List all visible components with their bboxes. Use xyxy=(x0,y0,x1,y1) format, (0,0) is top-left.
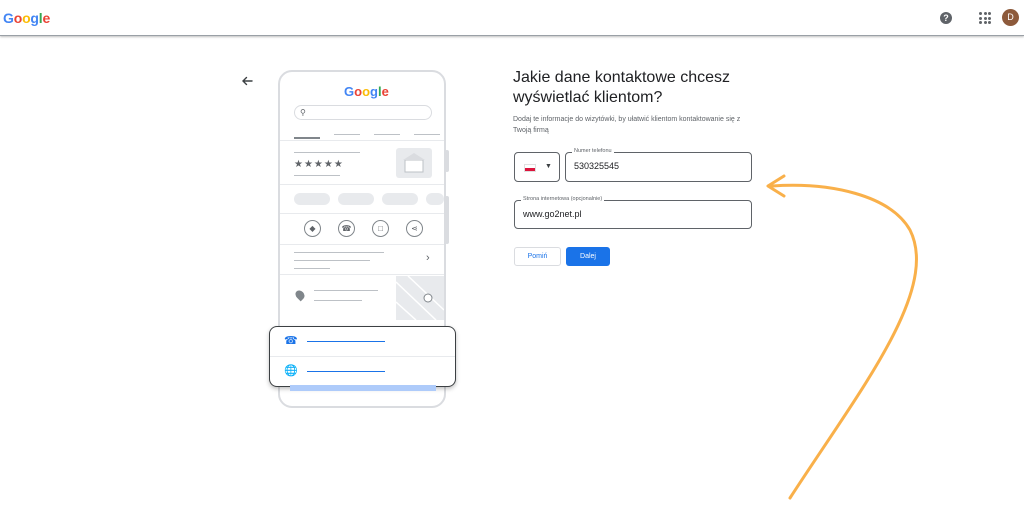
next-button[interactable]: Dalej xyxy=(566,247,610,266)
phone-icon: ☎ xyxy=(338,220,355,237)
logo-letter: g xyxy=(30,10,39,26)
page-subtitle: Dodaj te informacje do wizytówki, by uła… xyxy=(513,116,741,134)
phone-separator xyxy=(280,213,444,214)
website-placeholder-line xyxy=(307,371,385,372)
logo-letter: G xyxy=(3,10,14,26)
phone-text-line xyxy=(314,290,378,291)
phone-separator xyxy=(280,184,444,185)
annotation-arrow-icon xyxy=(766,174,918,500)
logo-letter: e xyxy=(42,10,51,26)
globe-icon: 🌐 xyxy=(284,365,298,377)
location-pin-icon xyxy=(293,288,307,302)
rating-stars: ★★★★★ xyxy=(294,159,344,170)
map-thumbnail xyxy=(395,275,445,321)
store-icon xyxy=(403,153,425,173)
phone-tab-line xyxy=(334,134,360,135)
website-value[interactable]: www.go2net.pl xyxy=(523,209,582,219)
directions-icon: ◆ xyxy=(304,220,321,237)
top-bar: Google ? D xyxy=(0,0,1024,36)
chevron-right-icon: › xyxy=(426,252,430,264)
phone-google-logo: Google xyxy=(344,84,389,99)
google-logo[interactable]: Google xyxy=(3,10,50,26)
page-title: Jakie dane kontaktowe chcesz wyświetlać … xyxy=(513,69,731,106)
phone-text-line xyxy=(294,152,360,153)
website-field[interactable]: Strona internetowa (opcjonalnie) www.go2… xyxy=(514,196,752,229)
search-icon: ⚲ xyxy=(300,108,306,117)
avatar[interactable]: D xyxy=(1002,9,1019,26)
help-icon[interactable]: ? xyxy=(940,12,952,24)
phone-tab-line xyxy=(414,134,440,135)
phone-text-line xyxy=(294,252,384,253)
apps-grid-icon[interactable] xyxy=(979,12,991,24)
poland-flag-icon xyxy=(524,164,536,172)
phone-text-line xyxy=(294,260,370,261)
logo-letter: o xyxy=(13,10,23,26)
phone-separator xyxy=(280,244,444,245)
map-icon xyxy=(395,275,445,321)
phone-separator xyxy=(280,274,444,275)
phone-tab-line xyxy=(294,137,320,139)
phone-text-line xyxy=(314,300,362,301)
back-arrow-icon[interactable] xyxy=(240,74,254,88)
phone-bottom-highlight xyxy=(290,385,436,391)
phone-chip xyxy=(382,193,418,205)
skip-button[interactable]: Pomiń xyxy=(514,247,561,266)
share-icon: ⋖ xyxy=(406,220,423,237)
phone-tab-line xyxy=(374,134,400,135)
phone-chip xyxy=(294,193,330,205)
phone-chip xyxy=(338,193,374,205)
phone-text-line xyxy=(294,268,330,269)
store-thumbnail xyxy=(396,148,432,178)
card-separator xyxy=(270,356,455,357)
bookmark-icon: □ xyxy=(372,220,389,237)
phone-text-line xyxy=(294,175,340,176)
phone-number-value[interactable]: 530325545 xyxy=(574,161,619,171)
phone-search-bar: ⚲ xyxy=(294,105,432,120)
phone-chip xyxy=(426,193,444,205)
logo-letter: o xyxy=(22,10,31,26)
phone-number-label: Numer telefonu xyxy=(572,148,614,154)
phone-icon: ☎ xyxy=(284,335,298,347)
phone-placeholder-line xyxy=(307,341,385,342)
country-code-select[interactable]: ▼ xyxy=(514,152,560,182)
website-label: Strona internetowa (opcjonalnie) xyxy=(521,196,605,202)
phone-separator xyxy=(280,140,444,141)
dropdown-caret-icon: ▼ xyxy=(545,163,552,170)
contact-info-card: ☎ 🌐 xyxy=(269,326,456,387)
phone-number-field[interactable]: Numer telefonu 530325545 xyxy=(565,148,752,182)
